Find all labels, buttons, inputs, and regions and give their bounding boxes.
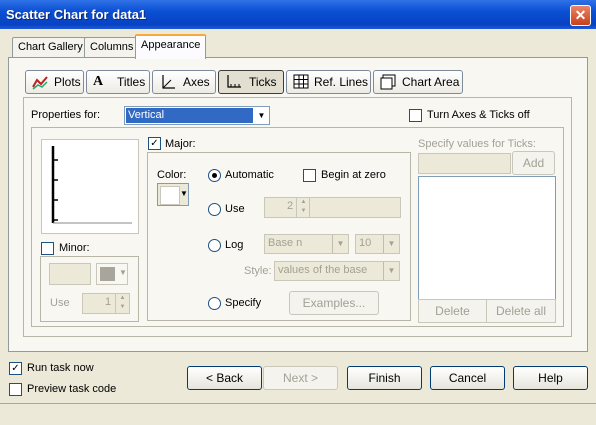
use-extra-field (309, 197, 401, 218)
ticks-preview (41, 139, 139, 234)
delete-all-button[interactable]: Delete all (486, 299, 556, 323)
ref-lines-icon (293, 74, 309, 89)
titles-icon: A (93, 74, 104, 89)
chevron-down-icon: ▼ (180, 189, 188, 198)
titles-label: Titles (117, 75, 146, 89)
turn-axes-ticks-off-checkbox[interactable] (409, 109, 422, 122)
specify-values-list[interactable] (418, 176, 556, 300)
finish-button[interactable]: Finish (347, 366, 422, 390)
tab-chart-gallery[interactable]: Chart Gallery (12, 37, 89, 58)
ref-lines-label: Ref. Lines (314, 75, 369, 89)
major-label: Major: (165, 138, 196, 150)
chevron-down-icon: ▼ (119, 268, 127, 277)
use-spinner[interactable]: 2 ▲ ▼ (264, 197, 311, 218)
dialog-window: Scatter Chart for data1 ✕ Chart Gallery … (0, 0, 596, 425)
log-number-value: 10 (359, 237, 372, 249)
plots-icon (32, 76, 48, 90)
minor-use-label: Use (50, 297, 70, 309)
use-value: 2 (287, 200, 294, 212)
minor-use-value: 1 (105, 296, 112, 308)
chevron-down-icon[interactable]: ▼ (254, 107, 269, 124)
chart-area-icon (380, 74, 396, 90)
log-number-select[interactable]: 10 ▼ (355, 234, 400, 254)
axes-icon (162, 75, 175, 89)
examples-button[interactable]: Examples... (289, 291, 379, 315)
chevron-down-icon: ▼ (383, 235, 399, 253)
style-select[interactable]: values of the base ▼ (274, 261, 400, 281)
automatic-radio[interactable] (208, 169, 221, 182)
properties-for-label: Properties for: (31, 109, 101, 121)
log-base-value: Base n (268, 237, 303, 249)
turn-axes-ticks-off-label: Turn Axes & Ticks off (427, 109, 530, 121)
color-label: Color: (157, 169, 187, 181)
tab-label: Columns (90, 41, 134, 53)
minor-use-spinner[interactable]: 1 ▲ ▼ (82, 293, 130, 314)
chart-area-button[interactable]: Chart Area (373, 70, 463, 94)
run-task-now-checkbox[interactable]: ✓ (9, 362, 22, 375)
plots-label: Plots (54, 75, 81, 89)
tab-label: Chart Gallery (18, 41, 83, 53)
chevron-down-icon: ▼ (332, 235, 348, 253)
ticks-icon (227, 75, 241, 88)
log-radio[interactable] (208, 239, 221, 252)
status-divider (0, 403, 596, 404)
specify-values-label: Specify values for Ticks: (418, 138, 536, 150)
preview-task-code-checkbox[interactable] (9, 383, 22, 396)
window-title: Scatter Chart for data1 (6, 7, 147, 22)
use-label: Use (225, 203, 245, 215)
use-radio[interactable] (208, 203, 221, 216)
tab-label: Appearance (141, 39, 201, 51)
begin-at-zero-checkbox[interactable] (303, 169, 316, 182)
log-base-select[interactable]: Base n ▼ (264, 234, 349, 254)
ref-lines-button[interactable]: Ref. Lines (286, 70, 371, 94)
axes-label: Axes (183, 75, 210, 89)
major-checkbox[interactable]: ✓ (148, 137, 161, 150)
properties-for-select[interactable]: Vertical ▼ (124, 106, 270, 125)
help-button[interactable]: Help (513, 366, 588, 390)
run-task-now-label: Run task now (27, 362, 94, 374)
minor-checkbox[interactable] (41, 242, 54, 255)
axes-button[interactable]: Axes (152, 70, 216, 94)
tab-columns[interactable]: Columns (84, 37, 140, 58)
specify-label: Specify (225, 297, 262, 309)
title-bar[interactable]: Scatter Chart for data1 ✕ (0, 0, 596, 29)
properties-for-value: Vertical (126, 108, 253, 123)
close-icon: ✕ (574, 7, 587, 23)
minor-color-swatch (100, 267, 115, 281)
ticks-button[interactable]: Ticks (218, 70, 284, 94)
close-button[interactable]: ✕ (570, 5, 591, 26)
spinner-icon[interactable]: ▲ ▼ (115, 294, 129, 313)
cancel-button[interactable]: Cancel (430, 366, 505, 390)
preview-task-code-label: Preview task code (27, 383, 117, 395)
minor-length-field[interactable] (49, 263, 91, 285)
tab-appearance[interactable]: Appearance (135, 34, 207, 59)
major-color-picker[interactable]: ▼ (157, 183, 189, 206)
minor-color-picker[interactable]: ▼ (96, 263, 128, 285)
style-label: Style: (244, 265, 272, 277)
delete-button[interactable]: Delete (418, 299, 487, 323)
back-button[interactable]: < Back (187, 366, 262, 390)
add-button[interactable]: Add (512, 151, 555, 175)
ticks-preview-graphic (51, 146, 132, 224)
minor-label: Minor: (59, 242, 90, 254)
automatic-label: Automatic (225, 169, 274, 181)
ticks-label: Ticks (249, 75, 277, 89)
specify-radio[interactable] (208, 297, 221, 310)
specify-values-input[interactable] (418, 153, 511, 174)
style-value: values of the base (278, 264, 368, 276)
spinner-icon[interactable]: ▲ ▼ (296, 198, 310, 217)
plots-button[interactable]: Plots (25, 70, 84, 94)
begin-at-zero-label: Begin at zero (321, 169, 386, 181)
log-label: Log (225, 239, 244, 251)
titles-button[interactable]: A Titles (86, 70, 150, 94)
next-button[interactable]: Next > (263, 366, 338, 390)
chevron-down-icon: ▼ (383, 262, 399, 280)
major-color-swatch (160, 186, 180, 205)
chart-area-label: Chart Area (402, 75, 460, 89)
